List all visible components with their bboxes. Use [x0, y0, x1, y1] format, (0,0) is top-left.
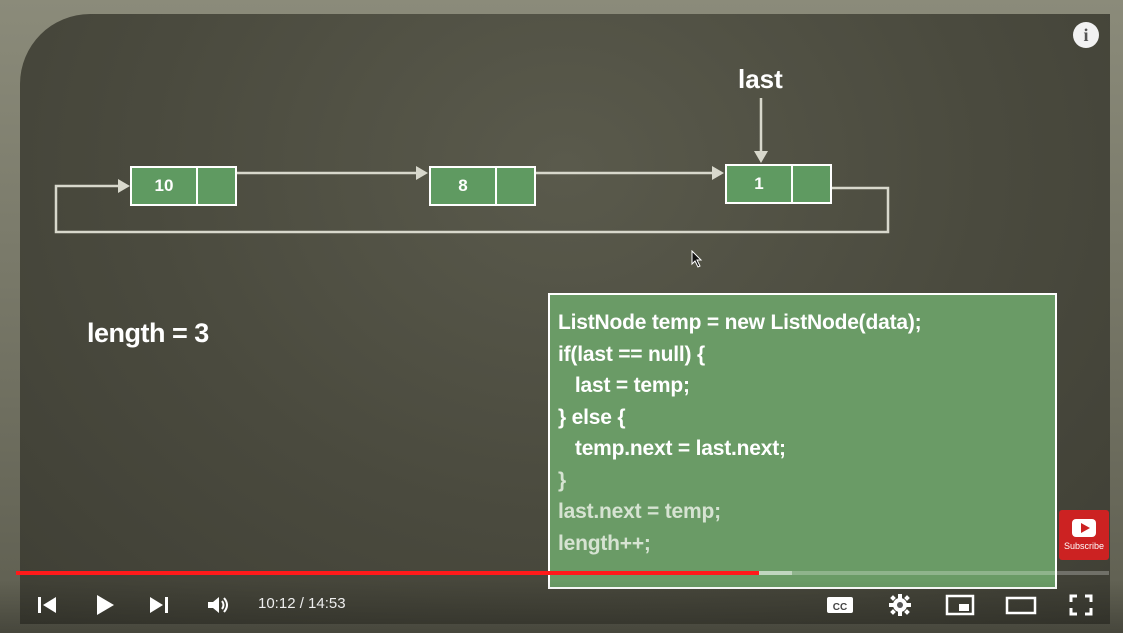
- code-line: if(last == null) {: [558, 342, 705, 366]
- code-line: last = temp;: [558, 374, 690, 397]
- length-label: length = 3: [87, 318, 209, 348]
- node-value: 1: [727, 166, 793, 202]
- next-icon[interactable]: [146, 592, 172, 618]
- node-value: 8: [431, 168, 497, 204]
- code-line: }: [558, 468, 566, 492]
- volume-icon[interactable]: [205, 592, 233, 618]
- list-node-8: 8: [429, 166, 536, 206]
- list-node-10: 10: [130, 166, 237, 206]
- time-display: 10:12 / 14:53: [258, 595, 346, 612]
- code-line: last.next = temp;: [558, 500, 721, 523]
- play-icon[interactable]: [90, 590, 120, 620]
- progress-played: [16, 571, 760, 575]
- fullscreen-icon[interactable]: [1066, 591, 1096, 619]
- captions-icon[interactable]: CC: [824, 592, 856, 618]
- miniplayer-icon[interactable]: [944, 591, 976, 619]
- last-pointer-label: last: [738, 64, 783, 94]
- code-line: temp.next = last.next;: [558, 437, 786, 460]
- code-line: } else {: [558, 405, 626, 429]
- node-next-pointer: [497, 168, 534, 204]
- info-icon[interactable]: i: [1073, 22, 1099, 48]
- svg-text:CC: CC: [833, 602, 847, 613]
- node-next-pointer: [793, 166, 830, 202]
- youtube-logo-icon: [1072, 519, 1096, 537]
- subscribe-button[interactable]: Subscribe: [1059, 510, 1109, 560]
- video-player[interactable]: 10 8 1 last length = 3 ListNode temp = n…: [0, 0, 1123, 633]
- node-value: 10: [132, 168, 198, 204]
- code-line: ListNode temp = new ListNode(data);: [558, 311, 922, 334]
- subscribe-label: Subscribe: [1063, 541, 1105, 551]
- theater-icon[interactable]: [1004, 591, 1038, 619]
- previous-icon[interactable]: [34, 592, 60, 618]
- list-node-1: 1: [725, 164, 832, 204]
- settings-icon[interactable]: [886, 591, 914, 619]
- mouse-cursor-icon: [691, 250, 703, 268]
- progress-bar[interactable]: [16, 571, 1109, 575]
- code-line: length++;: [558, 531, 651, 555]
- player-controls: 10:12 / 14:53 CC: [0, 580, 1123, 633]
- node-next-pointer: [198, 168, 235, 204]
- code-box: ListNode temp = new ListNode(data); if(la…: [548, 293, 1057, 589]
